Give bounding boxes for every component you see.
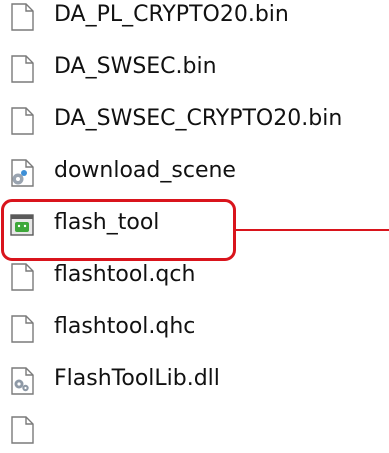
file-item-da-swsec[interactable]: DA_SWSEC.bin [0, 46, 389, 92]
file-name: DA_SWSEC_CRYPTO20.bin [54, 106, 343, 131]
settings-file-icon [9, 159, 35, 187]
blank-file-icon [9, 263, 35, 291]
highlight-box [1, 199, 236, 261]
file-name: flashtool.qhc [54, 314, 196, 339]
file-name: download_scene [54, 158, 236, 183]
blank-file-icon [9, 107, 35, 135]
file-item-da-pl-crypto20[interactable]: DA_PL_CRYPTO20.bin [0, 0, 389, 40]
file-name: FlashToolLib.dll [54, 366, 220, 391]
file-item-download-scene[interactable]: download_scene [0, 150, 389, 196]
file-name: DA_SWSEC.bin [54, 54, 217, 79]
blank-file-icon [9, 55, 35, 83]
dll-file-icon [9, 367, 35, 395]
file-name: flashtool.qch [54, 262, 196, 287]
file-item-da-swsec-crypto20[interactable]: DA_SWSEC_CRYPTO20.bin [0, 98, 389, 144]
blank-file-icon [9, 315, 35, 343]
file-name: DA_PL_CRYPTO20.bin [54, 2, 289, 27]
blank-file-icon [9, 3, 35, 31]
file-item-flashtoollib-dll[interactable]: FlashToolLib.dll [0, 358, 389, 404]
file-item-flashtool-qhc[interactable]: flashtool.qhc [0, 306, 389, 352]
callout-line [236, 229, 389, 231]
blank-file-icon [9, 416, 35, 444]
